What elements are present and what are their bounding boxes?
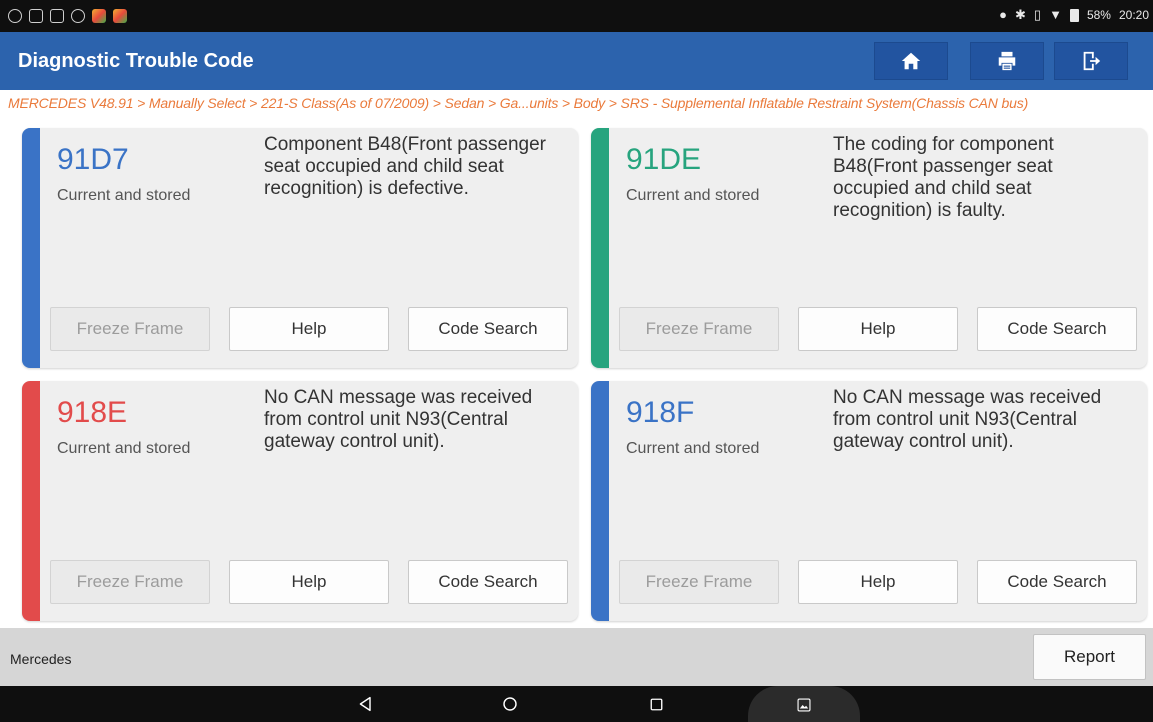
- dtc-card: 91DE Current and stored The coding for c…: [591, 128, 1147, 368]
- help-button[interactable]: Help: [229, 307, 389, 351]
- severity-stripe: [22, 381, 40, 621]
- dtc-card: 918E Current and stored No CAN message w…: [22, 381, 578, 621]
- dtc-code: 91DE: [626, 143, 702, 176]
- exit-button[interactable]: [1054, 42, 1128, 80]
- code-search-button[interactable]: Code Search: [977, 307, 1137, 351]
- square-recents-icon: [650, 698, 662, 710]
- recents-button[interactable]: [646, 694, 666, 714]
- battery-percent: 58%: [1086, 8, 1111, 22]
- page-title: Diagnostic Trouble Code: [18, 50, 254, 72]
- image-icon: [50, 9, 64, 23]
- code-search-button[interactable]: Code Search: [408, 307, 568, 351]
- app-header: Diagnostic Trouble Code: [0, 32, 1153, 90]
- exit-icon: [1083, 51, 1101, 71]
- back-icon: [359, 696, 371, 712]
- code-search-button[interactable]: Code Search: [408, 560, 568, 604]
- dtc-status: Current and stored: [57, 440, 191, 457]
- dtc-code: 91D7: [57, 143, 129, 176]
- navigation-bar: [0, 686, 1153, 722]
- location-icon: ●: [999, 7, 1007, 22]
- severity-stripe: [591, 381, 609, 621]
- screenshot-icon: [797, 698, 811, 712]
- bluetooth-app-icon: [71, 9, 85, 23]
- notification-icon: [8, 9, 22, 23]
- dtc-description: Component B48(Front passenger seat occup…: [264, 134, 546, 199]
- dtc-card: 91D7 Current and stored Component B48(Fr…: [22, 128, 578, 368]
- battery-icon: [1069, 8, 1079, 22]
- dtc-description: No CAN message was received from control…: [264, 387, 533, 452]
- system-indicators: ● ✱ ▯ ▼ 58% 20:20: [999, 7, 1149, 23]
- bluetooth-icon: ✱: [1015, 7, 1026, 22]
- footer-bar: Mercedes Report: [0, 628, 1153, 686]
- status-bar: ● ✱ ▯ ▼ 58% 20:20: [0, 0, 1153, 32]
- severity-stripe: [22, 128, 40, 368]
- dtc-code: 918E: [57, 396, 128, 429]
- screenshot-pill[interactable]: [748, 686, 860, 722]
- code-search-button[interactable]: Code Search: [977, 560, 1137, 604]
- freeze-frame-button[interactable]: Freeze Frame: [619, 560, 779, 604]
- print-button[interactable]: [970, 42, 1044, 80]
- help-button[interactable]: Help: [798, 307, 958, 351]
- severity-stripe: [591, 128, 609, 368]
- dtc-status: Current and stored: [626, 187, 760, 204]
- back-button[interactable]: [356, 694, 376, 714]
- report-button[interactable]: Report: [1033, 634, 1146, 680]
- home-nav-button[interactable]: [500, 694, 520, 714]
- circle-home-icon: [503, 697, 517, 711]
- usb-icon: [29, 9, 43, 23]
- breadcrumb: MERCEDES V48.91 > Manually Select > 221-…: [8, 95, 1029, 111]
- dtc-status: Current and stored: [626, 440, 760, 457]
- home-button[interactable]: [874, 42, 948, 80]
- wifi-icon: ▼: [1049, 7, 1062, 22]
- dtc-card: 918F Current and stored No CAN message w…: [591, 381, 1147, 621]
- app-icon: [113, 9, 127, 23]
- home-icon: [901, 52, 921, 70]
- dtc-code: 918F: [626, 396, 695, 429]
- clock: 20:20: [1118, 8, 1149, 22]
- dtc-description: No CAN message was received from control…: [833, 387, 1102, 452]
- print-icon: [998, 51, 1016, 71]
- vibrate-icon: ▯: [1033, 7, 1042, 22]
- freeze-frame-button[interactable]: Freeze Frame: [50, 560, 210, 604]
- freeze-frame-button[interactable]: Freeze Frame: [50, 307, 210, 351]
- freeze-frame-button[interactable]: Freeze Frame: [619, 307, 779, 351]
- notification-icons: [8, 8, 127, 24]
- help-button[interactable]: Help: [798, 560, 958, 604]
- help-button[interactable]: Help: [229, 560, 389, 604]
- dtc-status: Current and stored: [57, 187, 191, 204]
- app-icon: [92, 9, 106, 23]
- dtc-description: The coding for component B48(Front passe…: [833, 134, 1054, 221]
- vehicle-brand: Mercedes: [10, 651, 72, 667]
